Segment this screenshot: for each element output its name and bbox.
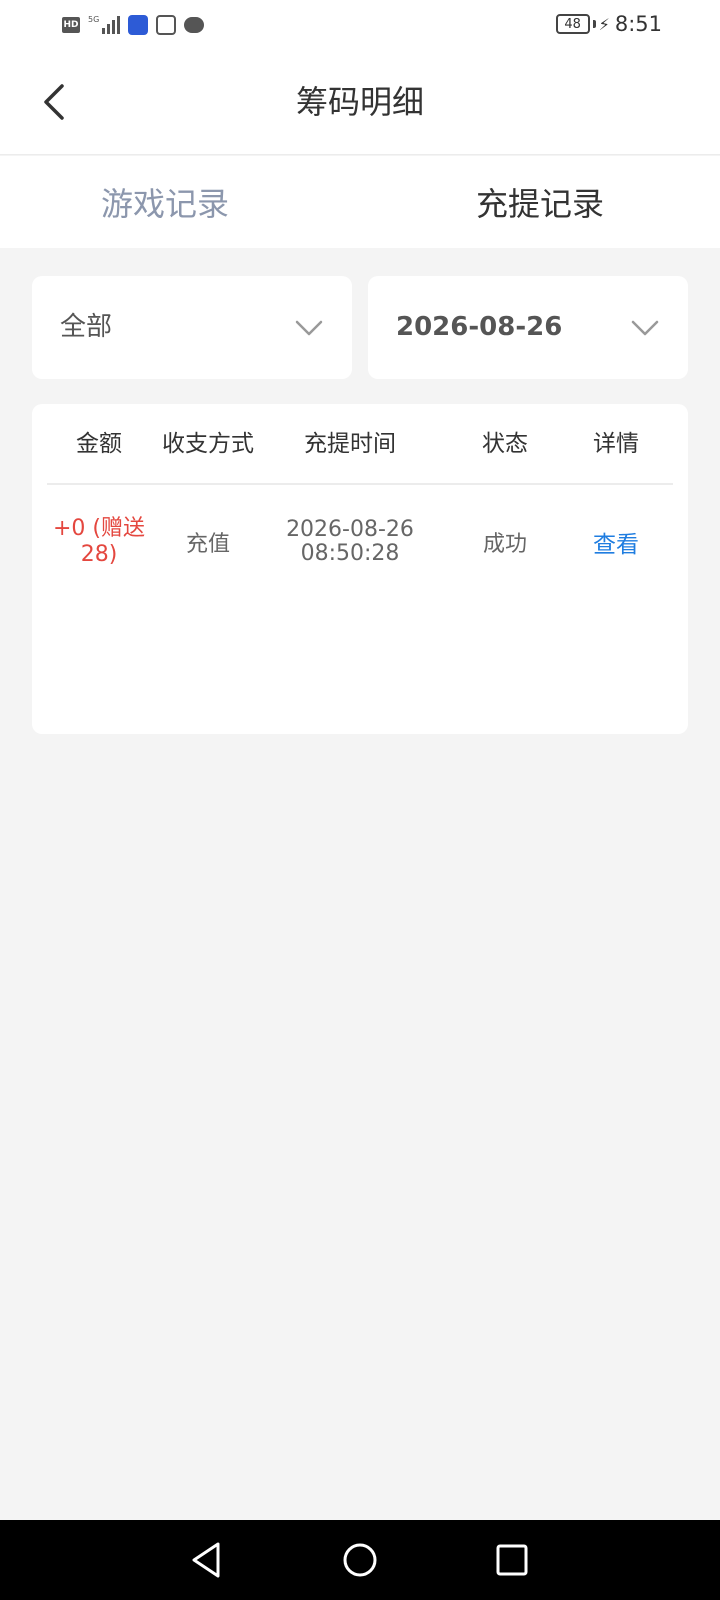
type-filter-dropdown[interactable]: 全部 [32,276,352,379]
hd-badge-icon: HD [62,17,80,33]
top-app-bar: 筹码明细 [0,50,720,155]
column-header-time: 充提时间 [304,431,396,457]
column-header-details: 详情 [593,431,639,457]
battery-icon: 48 [555,14,590,34]
status-icons-left: HD 5G [62,12,205,38]
system-navigation-bar [0,1520,720,1600]
table-header: 金额 收支方式 充提时间 状态 详情 [32,404,688,484]
message-notification-icon [184,17,205,33]
row-amount-line2: 28) [80,542,118,567]
header-divider [47,483,673,485]
nav-home-icon [343,1543,377,1577]
signal-icon: 5G [88,15,121,34]
row-time: 2026-08-26 08:50:28 [264,492,436,592]
nav-back-button[interactable] [182,1536,230,1584]
table-row: +0 (赠送 28) 充值 2026-08-26 08:50:28 成功 查看 [32,492,688,592]
row-date: 2026-08-26 [286,517,414,542]
type-filter-value: 全部 [60,312,113,342]
column-header-method: 收支方式 [162,431,254,457]
clock: 8:51 [614,12,662,36]
charging-icon: ⚡ [598,14,610,34]
row-status: 成功 [482,532,527,557]
row-amount: +0 (赠送 28) [46,492,152,592]
tab-deposit-withdraw-records[interactable]: 充提记录 [360,156,720,248]
view-details-link[interactable]: 查看 [566,492,666,592]
status-bar: HD 5G 48 ⚡ 8:51 [0,0,720,50]
nav-home-button[interactable] [336,1536,384,1584]
battery-tip [592,20,596,28]
tab-game-records[interactable]: 游戏记录 [0,156,360,248]
chevron-down-icon [631,320,659,336]
nav-recent-apps-button[interactable] [488,1536,536,1584]
chevron-down-icon [295,320,323,336]
column-header-status: 状态 [482,431,528,457]
app-notification-icon [128,15,149,35]
record-tabs: 游戏记录 充提记录 [0,156,720,248]
page-title: 筹码明细 [295,83,424,121]
gallery-notification-icon [156,15,177,35]
row-clock-time: 08:50:28 [300,541,400,566]
row-method: 充值 [185,532,230,557]
nav-back-icon [192,1542,220,1578]
date-filter-dropdown[interactable]: 2026-08-26 [368,276,688,379]
row-amount-line1: +0 (赠送 [52,516,145,541]
network-type-label: 5G [88,15,100,24]
date-filter-value: 2026-08-26 [396,312,563,342]
status-icons-right: 48 ⚡ 8:51 [555,10,662,38]
column-header-amount: 金额 [76,431,122,457]
nav-recent-icon [496,1544,528,1576]
records-table: 金额 收支方式 充提时间 状态 详情 +0 (赠送 28) 充值 2026-08… [32,404,688,734]
